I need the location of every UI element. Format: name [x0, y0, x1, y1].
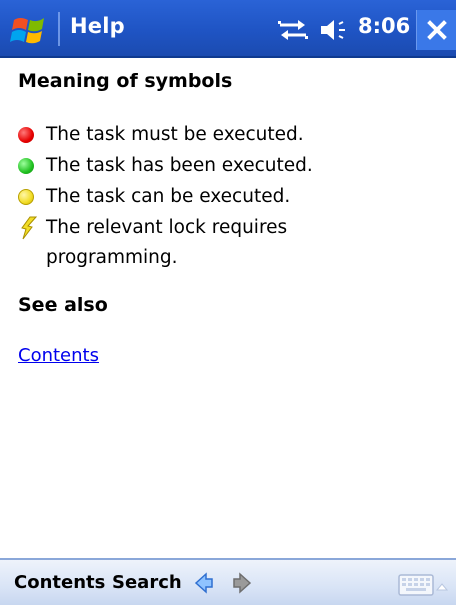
symbol-description: The task can be executed. — [46, 186, 291, 207]
symbol-list: The task must be executed. The task has … — [18, 120, 366, 274]
title-bar: Help 8:06 — [0, 0, 456, 58]
green-dot-icon — [18, 158, 34, 174]
help-content: Meaning of symbols The task must be exec… — [0, 58, 456, 558]
list-item: The task must be executed. — [18, 120, 366, 150]
contents-link[interactable]: Contents — [18, 345, 99, 366]
start-button[interactable] — [10, 12, 52, 48]
close-button[interactable] — [416, 10, 456, 50]
chevron-up-icon — [435, 583, 449, 591]
windows-flag-icon — [10, 18, 44, 44]
speaker-icon[interactable] — [318, 16, 354, 44]
see-also-heading: See also — [18, 294, 108, 316]
list-item: The task can be executed. — [18, 182, 366, 212]
back-button[interactable] — [192, 571, 216, 595]
symbol-description: The task has been executed. — [46, 155, 313, 176]
lock-programming-icon — [21, 216, 38, 240]
close-icon — [426, 20, 447, 40]
symbol-description: The relevant lock requires programming. — [46, 217, 288, 268]
sync-arrows-icon[interactable] — [276, 16, 310, 44]
menu-search-button[interactable]: Search — [112, 572, 182, 593]
page-heading: Meaning of symbols — [18, 70, 233, 92]
app-title: Help — [70, 14, 125, 38]
forward-button[interactable] — [230, 571, 254, 595]
list-item: The task has been executed. — [18, 151, 366, 181]
symbol-description: The task must be executed. — [46, 124, 304, 145]
yellow-dot-icon — [18, 189, 34, 205]
clock[interactable]: 8:06 — [358, 14, 410, 38]
forward-arrow-icon — [233, 572, 252, 594]
keyboard-button[interactable] — [398, 574, 434, 596]
list-item: The relevant lock requires programming. — [18, 213, 366, 273]
help-window: Help 8:06 Meaning of symbols The task mu… — [0, 0, 456, 605]
input-menu-arrow[interactable] — [435, 578, 449, 591]
bottom-menu-bar: Contents Search — [0, 558, 456, 605]
keyboard-icon — [398, 574, 434, 596]
title-separator — [58, 12, 60, 46]
red-dot-icon — [18, 127, 34, 143]
back-arrow-icon — [194, 572, 213, 594]
menu-contents-button[interactable]: Contents — [14, 572, 105, 593]
